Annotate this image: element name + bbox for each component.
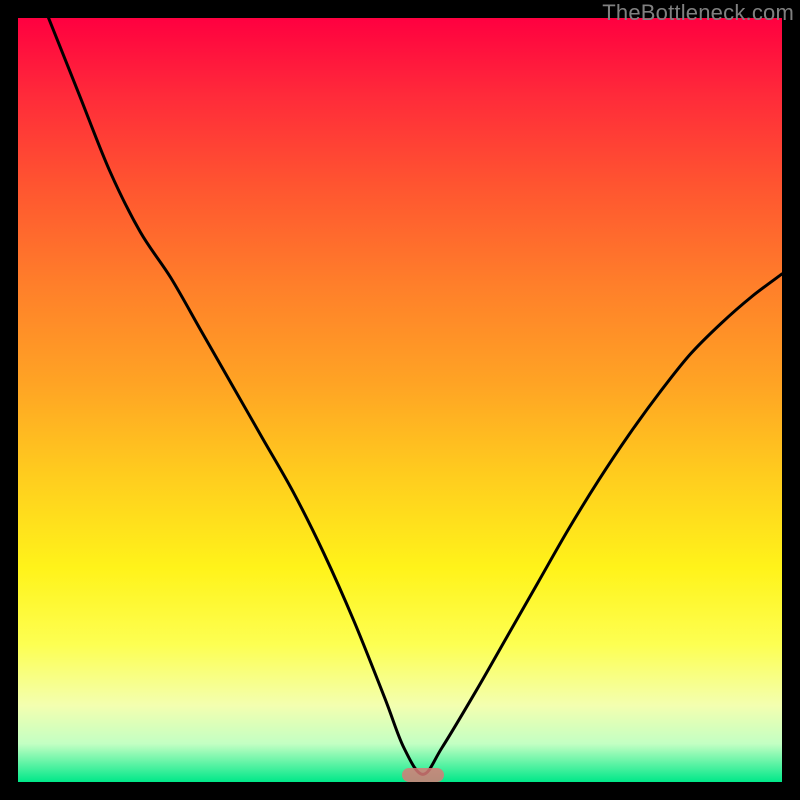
optimum-marker [402, 768, 444, 782]
bottleneck-curve [49, 18, 782, 774]
watermark-text: TheBottleneck.com [602, 0, 794, 26]
chart-frame: TheBottleneck.com [0, 0, 800, 800]
plot-area [18, 18, 782, 782]
curve-svg [18, 18, 782, 782]
